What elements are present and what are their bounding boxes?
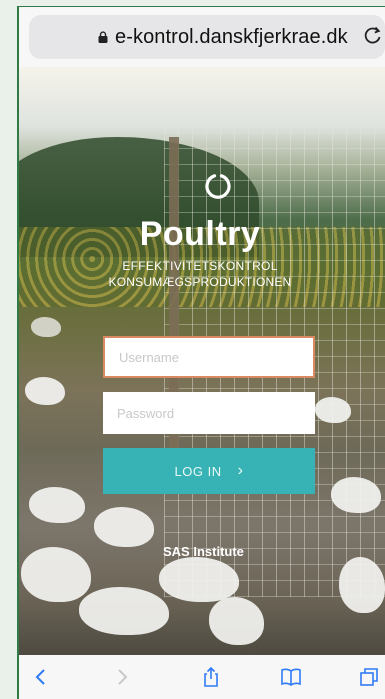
chicken-image xyxy=(331,477,381,513)
browser-url-bar: e-kontrol.danskfjerkrae.dk xyxy=(19,7,385,67)
hero-background: Poultry EFFEKTIVITETSKONTROL KONSUMÆGSPR… xyxy=(19,67,385,655)
address-field[interactable]: e-kontrol.danskfjerkrae.dk xyxy=(29,15,385,59)
brand-subtitle-line1: EFFEKTIVITETSKONTROL xyxy=(122,259,278,273)
phone-frame: e-kontrol.danskfjerkrae.dk Poultry EFFEK… xyxy=(17,6,385,699)
chicken-image xyxy=(209,597,264,645)
bookmarks-icon[interactable] xyxy=(279,665,303,689)
chicken-image xyxy=(31,317,61,337)
back-icon[interactable] xyxy=(29,665,53,689)
chicken-image xyxy=(94,507,154,547)
chicken-image xyxy=(159,557,239,602)
tabs-icon[interactable] xyxy=(357,665,381,689)
lock-icon xyxy=(98,31,108,43)
brand-subtitle-line2: KONSUMÆGSPRODUKTIONEN xyxy=(108,275,292,289)
chicken-image xyxy=(79,587,169,635)
reload-icon[interactable] xyxy=(363,25,383,45)
ring-logo-icon xyxy=(205,174,231,199)
password-input[interactable] xyxy=(103,392,315,434)
provider-credit: SAS Institute xyxy=(163,544,244,559)
login-button-label: LOG IN xyxy=(174,463,222,479)
url-text: e-kontrol.danskfjerkrae.dk xyxy=(115,26,348,48)
chicken-image xyxy=(29,487,85,523)
forward-icon[interactable] xyxy=(110,665,134,689)
chicken-image xyxy=(315,397,351,423)
brand-title: Poultry xyxy=(139,215,261,253)
chicken-image xyxy=(25,377,65,405)
login-button[interactable]: LOG IN › xyxy=(103,448,315,494)
share-icon[interactable] xyxy=(199,665,223,689)
username-input[interactable] xyxy=(103,336,315,378)
chicken-image xyxy=(21,547,91,602)
chevron-right-icon: › xyxy=(237,462,244,479)
browser-toolbar xyxy=(19,655,385,699)
